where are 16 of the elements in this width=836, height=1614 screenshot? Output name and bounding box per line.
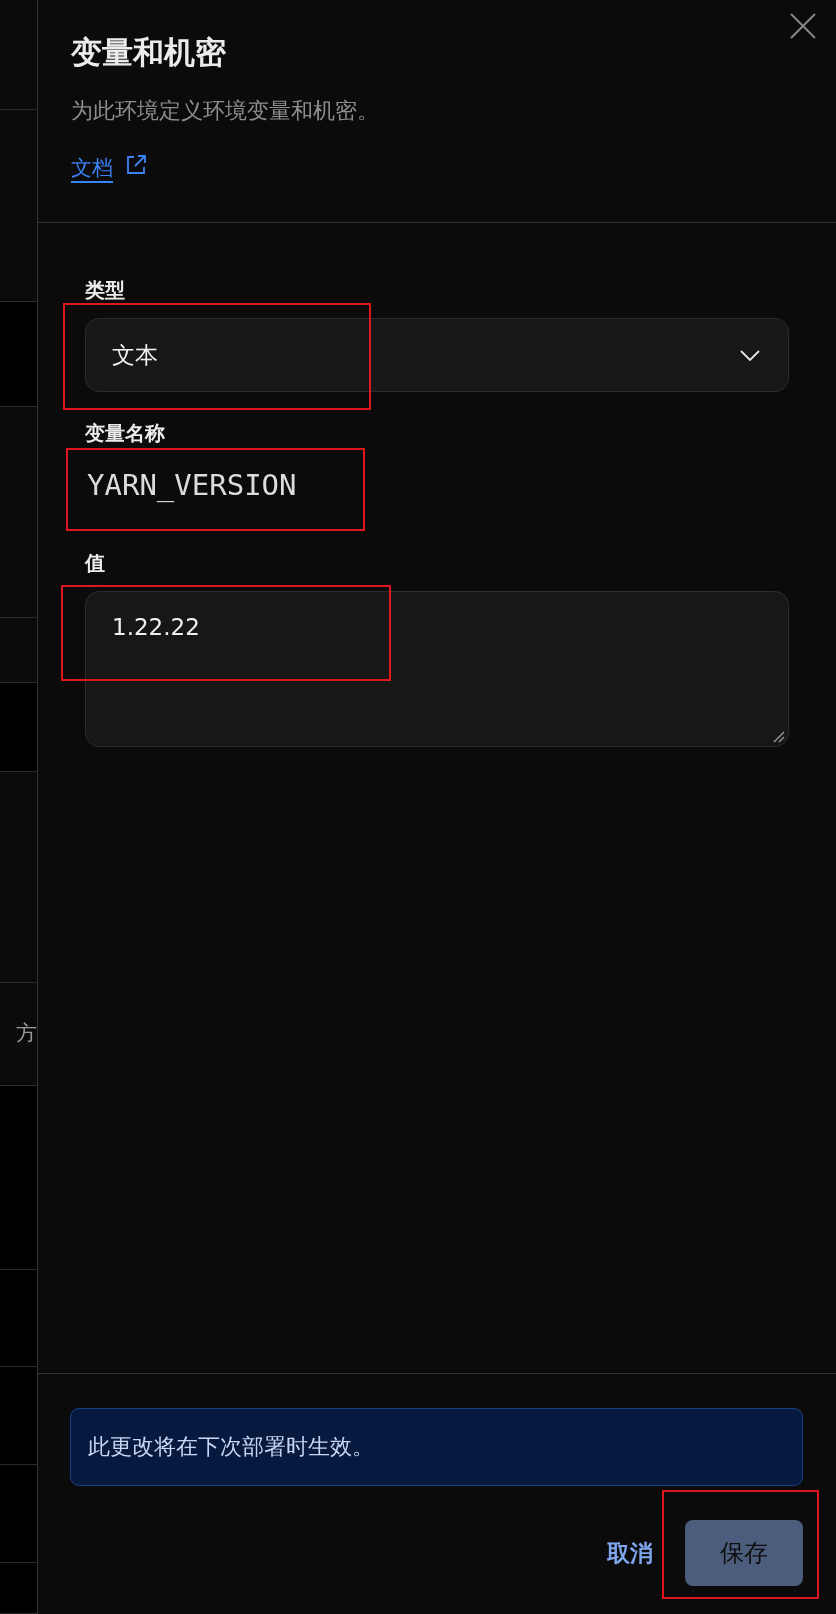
field-label: 值: [85, 551, 105, 574]
info-notice: 此更改将在下次部署时生效。: [70, 1408, 803, 1486]
docs-link[interactable]: 文档: [71, 154, 113, 182]
field-label: 变量名称: [85, 422, 165, 444]
field-label: 类型: [85, 279, 125, 301]
external-link-icon: [125, 154, 147, 176]
panel-description: 为此环境定义环境变量和机密。: [71, 97, 380, 125]
close-icon[interactable]: [790, 13, 816, 39]
type-dropdown[interactable]: 文本: [85, 318, 789, 392]
variable-name-value: YARN_VERSION: [87, 470, 297, 502]
panel-title: 变量和机密: [71, 33, 227, 72]
cancel-button[interactable]: 取消: [607, 1531, 653, 1575]
list-text: 方: [16, 1020, 37, 1047]
resize-handle-icon[interactable]: [773, 730, 785, 743]
chevron-down-icon: [740, 349, 760, 361]
value-field[interactable]: 1.22.22: [85, 590, 789, 747]
